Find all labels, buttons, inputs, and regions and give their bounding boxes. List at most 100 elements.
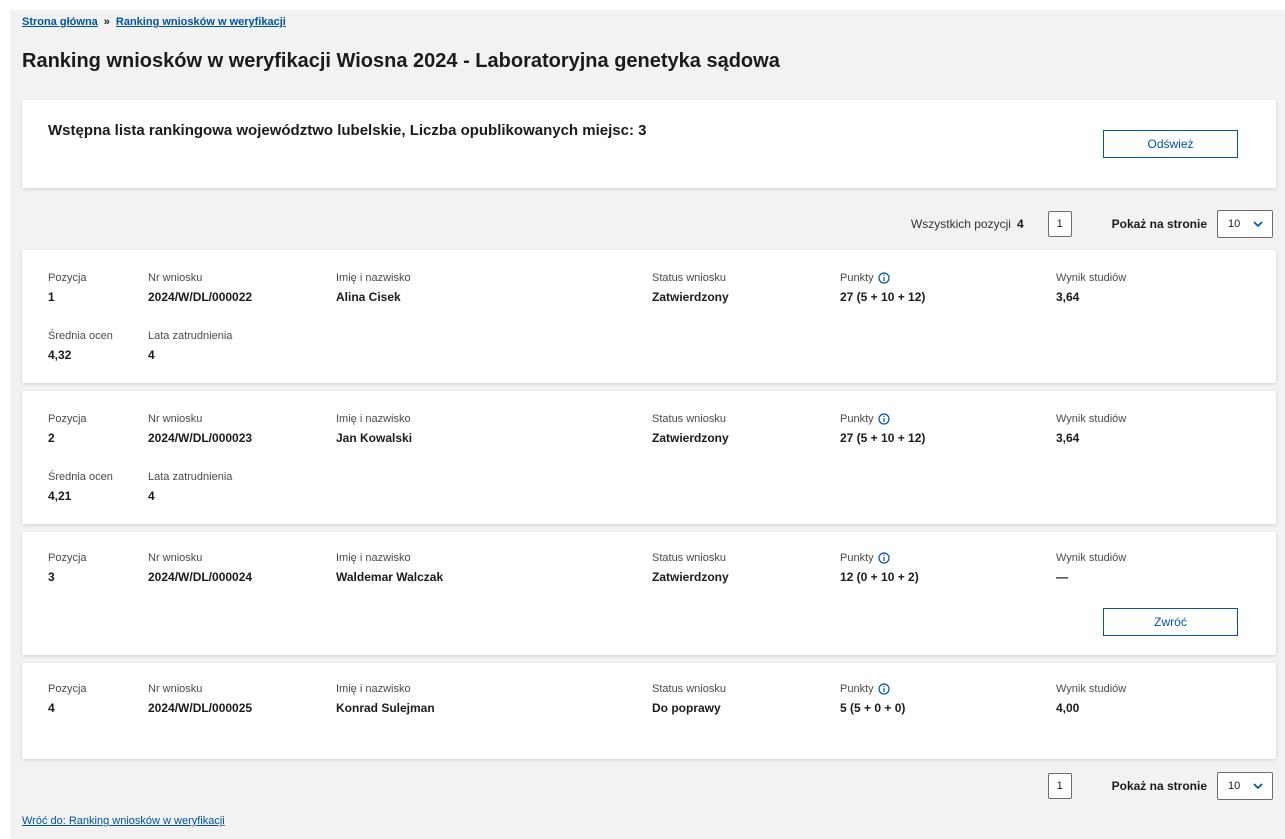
position-label: Pozycja [48, 413, 87, 425]
number-field: Nr wniosku 2024/W/DL/000022 [148, 272, 252, 304]
points-value: 5 (5 + 0 + 0) [840, 701, 906, 715]
info-circle-icon[interactable] [878, 683, 890, 695]
points-value: 12 (0 + 10 + 2) [840, 570, 919, 584]
employment-years-field: Lata zatrudnienia 4 [148, 471, 232, 503]
per-page-label: Pokaż na stronie [1111, 217, 1207, 231]
chevron-down-icon [1253, 221, 1263, 228]
study-result-field: Wynik studiów 3,64 [1056, 272, 1126, 304]
status-label: Status wniosku [652, 683, 726, 695]
position-field: Pozycja 4 [48, 683, 87, 715]
name-field: Imię i nazwisko Jan Kowalski [336, 413, 412, 445]
name-field: Imię i nazwisko Waldemar Walczak [336, 552, 443, 584]
number-value: 2024/W/DL/000023 [148, 431, 253, 445]
per-page-value: 10 [1228, 218, 1241, 230]
number-field: Nr wniosku 2024/W/DL/000025 [148, 683, 252, 715]
name-label: Imię i nazwisko [336, 683, 411, 695]
position-field: Pozycja 3 [48, 552, 87, 584]
employment-years-value: 4 [148, 348, 155, 362]
breadcrumb: Strona główna » Ranking wniosków w weryfik… [22, 16, 286, 28]
avg-grade-label: Średnia ocen [48, 330, 113, 342]
number-label: Nr wniosku [148, 683, 203, 695]
info-circle-icon[interactable] [878, 413, 890, 425]
name-value: Jan Kowalski [336, 431, 413, 445]
position-label: Pozycja [48, 552, 87, 564]
return-button[interactable]: Zwróć [1103, 608, 1238, 636]
study-result-field: Wynik studiów 4,00 [1056, 683, 1126, 715]
points-label: Punkty [840, 413, 874, 425]
position-field: Pozycja 1 [48, 272, 87, 304]
number-label: Nr wniosku [148, 552, 203, 564]
name-value: Konrad Sulejman [336, 701, 435, 715]
study-result-label: Wynik studiów [1056, 413, 1127, 425]
breadcrumb-current-link[interactable]: Ranking wniosków w weryfikacji [116, 16, 286, 28]
position-value: 2 [48, 431, 55, 445]
ranking-row: Pozycja 3 Nr wniosku 2024/W/DL/000024 Imię… [22, 532, 1276, 655]
number-label: Nr wniosku [148, 272, 203, 284]
page-number-button[interactable]: 1 [1047, 211, 1072, 237]
study-result-value: 3,64 [1056, 290, 1080, 304]
status-field: Status wniosku Zatwierdzony [652, 552, 729, 584]
page-number-button[interactable]: 1 [1047, 773, 1072, 799]
points-field: Punkty 27 (5 + 10 + 12) [840, 272, 925, 304]
position-value: 1 [48, 290, 55, 304]
avg-grade-value: 4,32 [48, 348, 72, 362]
position-field: Pozycja 2 [48, 413, 87, 445]
pager-top: Wszystkich pozycji 4 1 Pokaż na stronie … [911, 210, 1273, 238]
name-label: Imię i nazwisko [336, 272, 411, 284]
name-value: Alina Cisek [336, 290, 401, 304]
number-field: Nr wniosku 2024/W/DL/000023 [148, 413, 252, 445]
study-result-value: 3,64 [1056, 431, 1080, 445]
status-field: Status wniosku Zatwierdzony [652, 413, 729, 445]
study-result-value: 4,00 [1056, 701, 1080, 715]
points-value: 27 (5 + 10 + 12) [840, 431, 926, 445]
study-result-field: Wynik studiów 3,64 [1056, 413, 1126, 445]
back-link[interactable]: Wróć do: Ranking wniosków w weryfikacji [22, 815, 225, 827]
name-value: Waldemar Walczak [336, 570, 444, 584]
number-value: 2024/W/DL/000025 [148, 701, 253, 715]
number-value: 2024/W/DL/000024 [148, 570, 253, 584]
page-container: Strona główna » Ranking wniosków w weryfik… [10, 10, 1285, 839]
page-title: Ranking wniosków w weryfikacji Wiosna 20… [22, 50, 780, 72]
status-value: Do poprawy [652, 701, 721, 715]
ranking-row: Pozycja 4 Nr wniosku 2024/W/DL/000025 Imię… [22, 663, 1276, 759]
avg-grade-label: Średnia ocen [48, 471, 113, 483]
study-result-label: Wynik studiów [1056, 552, 1127, 564]
points-label: Punkty [840, 683, 874, 695]
refresh-button[interactable]: Odśwież [1103, 130, 1238, 158]
breadcrumb-separator: » [103, 16, 110, 28]
avg-grade-field: Średnia ocen 4,32 [48, 330, 113, 362]
points-label: Punkty [840, 272, 874, 284]
ranking-row: Pozycja 2 Nr wniosku 2024/W/DL/000023 Imię… [22, 391, 1276, 524]
pager-bottom: 1 Pokaż na stronie 10 [1047, 772, 1273, 800]
status-value: Zatwierdzony [652, 431, 729, 445]
name-label: Imię i nazwisko [336, 552, 411, 564]
status-label: Status wniosku [652, 552, 726, 564]
total-items-label: Wszystkich pozycji [910, 217, 1011, 231]
info-circle-icon[interactable] [878, 272, 890, 284]
status-value: Zatwierdzony [652, 570, 729, 584]
ranking-info-card: Wstępna lista rankingowa województwo lub… [22, 100, 1276, 188]
number-value: 2024/W/DL/000022 [148, 290, 253, 304]
per-page-select[interactable]: 10 [1217, 210, 1273, 238]
status-value: Zatwierdzony [652, 290, 729, 304]
points-field: Punkty 12 (0 + 10 + 2) [840, 552, 919, 584]
number-field: Nr wniosku 2024/W/DL/000024 [148, 552, 252, 584]
per-page-select[interactable]: 10 [1217, 772, 1273, 800]
ranking-row: Pozycja 1 Nr wniosku 2024/W/DL/000022 Imię… [22, 250, 1276, 383]
total-items-value: 4 [1016, 217, 1024, 231]
per-page-label: Pokaż na stronie [1111, 779, 1207, 793]
breadcrumb-home-link[interactable]: Strona główna [22, 16, 98, 28]
employment-years-value: 4 [148, 489, 155, 503]
name-label: Imię i nazwisko [336, 413, 411, 425]
name-field: Imię i nazwisko Konrad Sulejman [336, 683, 435, 715]
avg-grade-value: 4,21 [48, 489, 72, 503]
info-circle-icon[interactable] [878, 552, 890, 564]
avg-grade-field: Średnia ocen 4,21 [48, 471, 113, 503]
ranking-list-heading: Wstępna lista rankingowa województwo lub… [48, 122, 647, 139]
status-label: Status wniosku [652, 413, 726, 425]
per-page-value: 10 [1228, 780, 1241, 792]
position-label: Pozycja [48, 272, 87, 284]
number-label: Nr wniosku [148, 413, 203, 425]
study-result-value: — [1056, 570, 1068, 584]
status-field: Status wniosku Zatwierdzony [652, 272, 729, 304]
